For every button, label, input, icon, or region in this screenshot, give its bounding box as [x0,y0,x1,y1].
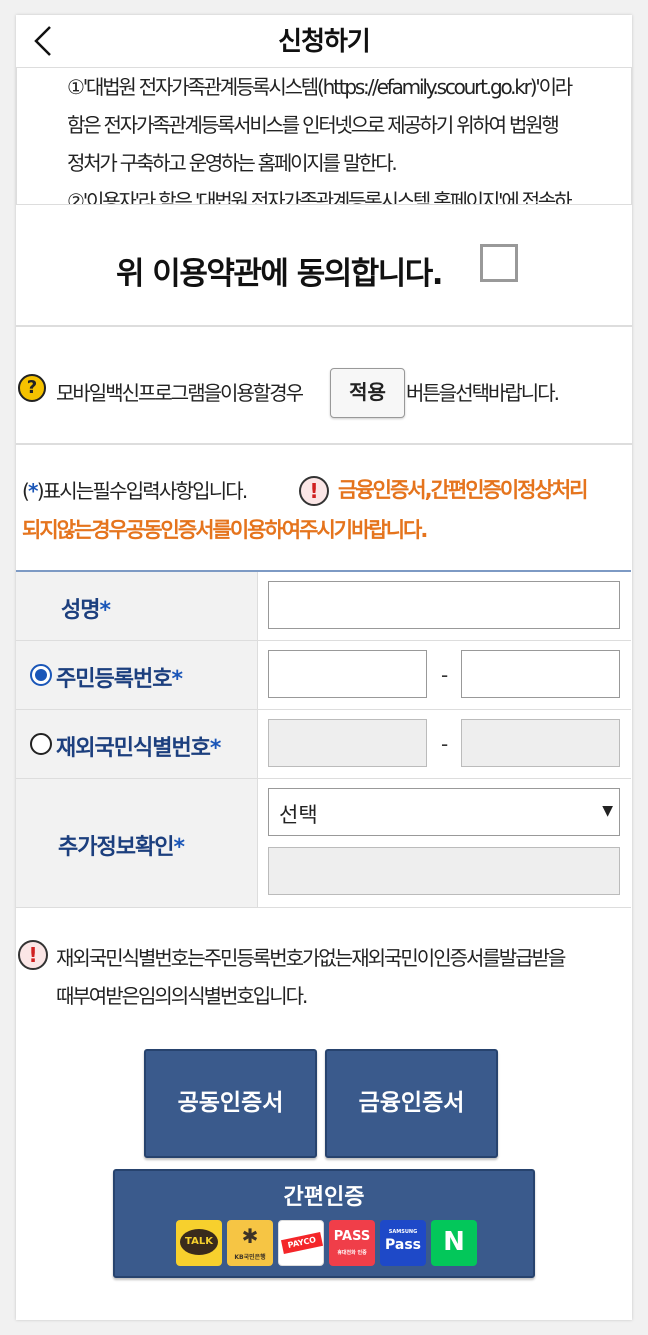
resident-radio[interactable] [30,664,52,686]
exclamation-icon: ! [299,476,329,506]
pass-label: PASS [333,1229,371,1244]
name-label-text: 성명 [61,598,100,623]
joint-cert-button[interactable]: 공동인증서 [144,1049,317,1158]
name-input[interactable] [268,581,620,629]
exclamation-icon: ! [18,940,48,970]
payco-icon[interactable]: PAYCO [278,1220,324,1266]
naver-label: N [443,1227,465,1257]
samsung-pass-icon[interactable]: SAMSUNG Pass [380,1220,426,1266]
extra-info-input[interactable] [268,847,620,895]
resident-label: 주민등록번호* [16,641,258,709]
overseas-id-front-input[interactable] [268,719,427,767]
kb-star-icon: ✱ [241,1224,259,1248]
select-value: 선택 [279,803,318,827]
kb-icon[interactable]: ✱ KB국민은행 [227,1220,273,1266]
dash: - [441,732,449,756]
agree-label: 위 이용약관에 동의합니다. [116,256,444,292]
financial-cert-button[interactable]: 금융인증서 [325,1049,498,1158]
kakao-icon[interactable]: TALK [176,1220,222,1266]
extra-cell: 선택 ▼ [258,779,631,907]
form-row-overseas: 재외국민식별번호* - [16,710,631,779]
overseas-cell: - [258,710,631,778]
info-text: 때부여받은임의의식별번호입니다. [56,984,308,1008]
apply-button[interactable]: 적용 [330,368,405,418]
payco-label: PAYCO [280,1231,323,1255]
required-notice: (*)표시는필수입력사항입니다. [22,475,249,504]
terms-line: 정처가 구축하고 운영하는 홈페이지를 말한다. [67,151,398,175]
question-icon: ? [18,374,46,402]
info-row: ! 재외국민식별번호는주민등록번호가없는재외국민이인증서를발급받을 때부여받은임… [16,935,632,1035]
agree-row: 위 이용약관에 동의합니다. [16,240,632,294]
required-star: * [209,736,221,761]
extra-label: 추가정보확인* [16,779,258,907]
terms-scroll-box[interactable]: ①'대법원 전자가족관계등록시스템(https://efamily.scourt… [16,67,632,205]
info-text: 재외국민식별번호는주민등록번호가없는재외국민이인증서를발급받을 [56,946,566,970]
samsung-pass-label: Pass [385,1237,421,1253]
required-star: * [171,667,182,692]
overseas-id-back-input[interactable] [461,719,620,767]
kb-label: KB국민은행 [234,1254,266,1261]
form-table: 성명* 주민등록번호* - 재외국민식별번호* - 추가정보확인* 선택 ▼ [16,570,631,908]
extra-info-select[interactable]: 선택 ▼ [268,788,620,836]
warning-text: 되지않는경우공동인증서를이용하여주시기바랍니다. [22,518,428,542]
app-page: 신청하기 ①'대법원 전자가족관계등록시스템(https://efamily.s… [16,15,632,1320]
resident-label-text: 주민등록번호 [56,667,172,692]
terms-line: ①'대법원 전자가족관계등록시스템(https://efamily.scourt… [67,75,573,99]
samsung-label: SAMSUNG [388,1229,418,1235]
name-label: 성명* [16,572,258,640]
vaccine-text: 모바일백신프로그램을이용할경우 [56,381,304,405]
overseas-label: 재외국민식별번호* [16,710,258,778]
form-row-name: 성명* [16,572,631,641]
notice-area: (*)표시는필수입력사항입니다. ! 금융인증서,간편인증이정상처리 되지않는경… [16,470,632,560]
agree-checkbox[interactable] [480,244,518,282]
terms-line: 함은 전자가족관계등록서비스를 인터넷으로 제공하기 위하여 법원행 [67,113,560,137]
vaccine-row: ? 모바일백신프로그램을이용할경우 적용 버튼을선택바랍니다. [16,365,632,421]
terms-line: ②'이용자'라 함은 '대법원 전자가족관계등록시스템 홈페이지'에 접속하 [67,189,573,205]
required-rest: )표시는필수입력사항입니다. [36,479,249,503]
warning-text: 금융인증서,간편인증이정상처리 [338,478,588,502]
required-star: * [173,835,184,860]
dash: - [441,663,449,687]
naver-icon[interactable]: N [431,1220,477,1266]
extra-label-text: 추가정보확인 [58,835,174,860]
kakao-label: TALK [180,1229,218,1255]
page-title: 신청하기 [278,27,371,57]
name-cell [258,572,631,640]
overseas-radio[interactable] [30,733,52,755]
vaccine-text-after: 버튼을선택바랍니다. [406,381,560,405]
divider [16,443,632,445]
pass-sub-label: 휴대전화 인증 [337,1250,367,1256]
required-star: * [28,479,38,503]
required-star: * [99,598,110,623]
form-row-resident: 주민등록번호* - [16,641,631,710]
overseas-label-text: 재외국민식별번호 [56,736,211,761]
easy-auth-button[interactable]: 간편인증 TALK ✱ KB국민은행 PAYCO PASS 휴대전화 인증 SA… [113,1169,535,1278]
resident-number-back-input[interactable] [461,650,620,698]
form-row-extra: 추가정보확인* 선택 ▼ [16,779,631,908]
easy-auth-label: 간편인증 [283,1185,365,1210]
caret-down-icon: ▼ [602,803,613,819]
divider [16,325,632,327]
header: 신청하기 [16,15,632,67]
resident-number-front-input[interactable] [268,650,427,698]
resident-cell: - [258,641,631,709]
pass-icon[interactable]: PASS 휴대전화 인증 [329,1220,375,1266]
